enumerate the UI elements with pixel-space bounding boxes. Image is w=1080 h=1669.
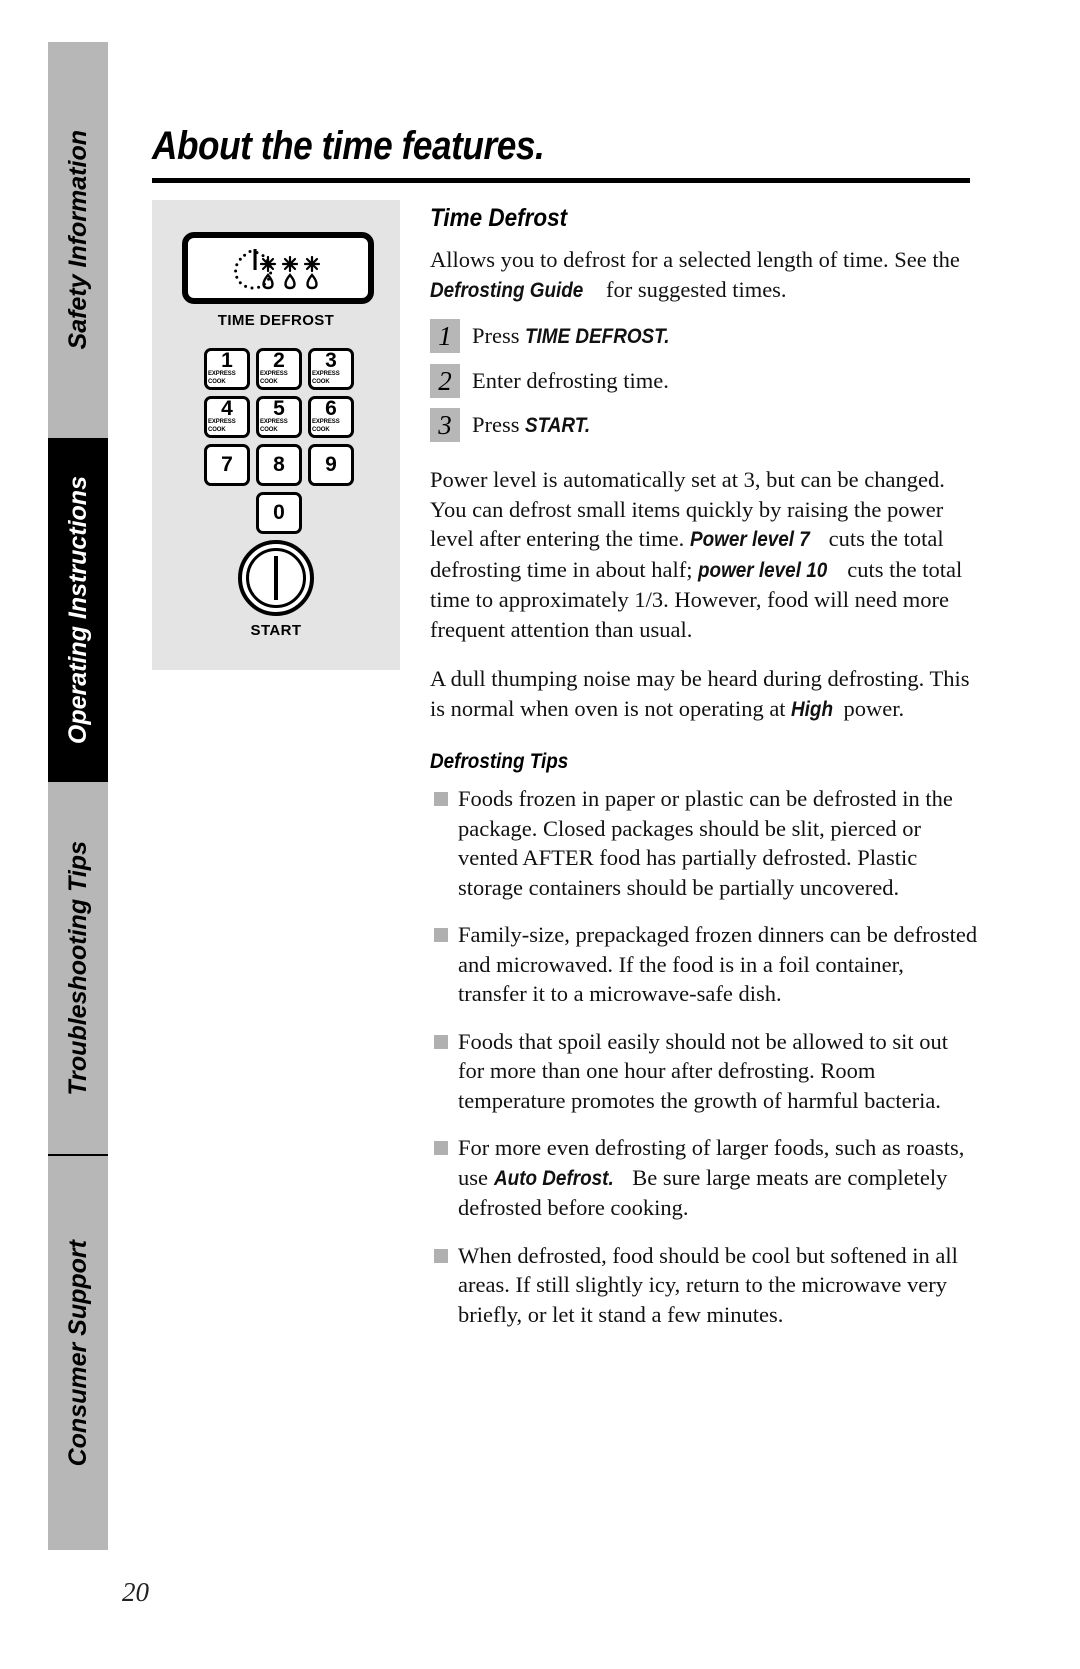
- key-number: 2: [273, 349, 285, 372]
- sidebar-tab-troubleshooting-tips[interactable]: Troubleshooting Tips: [48, 782, 108, 1154]
- tip-list-item: Family-size, prepackaged frozen dinners …: [430, 920, 978, 1009]
- key-number: 5: [273, 397, 285, 420]
- tip-text: When defrosted, food should be cool but …: [458, 1242, 958, 1327]
- keypad-row: 7 8 9: [204, 444, 354, 486]
- sidebar-tab-label: Consumer Support: [63, 1239, 92, 1467]
- sidebar-tab-label: Troubleshooting Tips: [63, 840, 92, 1096]
- tip-list-item: When defrosted, food should be cool but …: [430, 1241, 978, 1330]
- step-text: Press TIME DEFROST.: [472, 319, 686, 354]
- keypad-key-7[interactable]: 7: [204, 444, 250, 486]
- keypad-key-8[interactable]: 8: [256, 444, 302, 486]
- start-button-group: START: [152, 540, 400, 639]
- tip-text: Foods that spoil easily should not be al…: [458, 1028, 948, 1113]
- power-level-paragraph: Power level is automatically set at 3, b…: [430, 465, 978, 644]
- tip-text: Family-size, prepackaged frozen dinners …: [458, 922, 978, 1006]
- numbered-steps-list: 1 Press TIME DEFROST. 2 Enter defrosting…: [430, 319, 978, 443]
- square-bullet-icon: [434, 1141, 448, 1155]
- key-sublabel: EXPRESS COOK: [312, 370, 340, 385]
- keypad-key-3[interactable]: 3 EXPRESS COOK: [308, 348, 354, 390]
- step-number: 3: [430, 408, 460, 442]
- high-power-emphasis: High: [791, 697, 834, 721]
- keypad-key-4[interactable]: 4 EXPRESS COOK: [204, 396, 250, 438]
- tip-list-item: Foods frozen in paper or plastic can be …: [430, 784, 978, 902]
- keypad-key-2[interactable]: 2 EXPRESS COOK: [256, 348, 302, 390]
- key-number: 8: [273, 453, 285, 476]
- key-number: 6: [325, 397, 337, 420]
- keypad-key-6[interactable]: 6 EXPRESS COOK: [308, 396, 354, 438]
- section-heading-time-defrost: Time Defrost: [430, 204, 568, 232]
- key-sublabel: EXPRESS COOK: [208, 370, 236, 385]
- tip-list-item: For more even defrosting of larger foods…: [430, 1133, 978, 1223]
- start-caption: START: [250, 622, 302, 639]
- step-emphasis: START.: [525, 414, 591, 437]
- key-number: 7: [221, 453, 233, 476]
- thumping-noise-paragraph: A dull thumping noise may be heard durin…: [430, 664, 978, 724]
- square-bullet-icon: [434, 928, 448, 942]
- step-text: Enter defrosting time.: [472, 364, 669, 398]
- start-button[interactable]: [238, 540, 314, 616]
- square-bullet-icon: [434, 792, 448, 806]
- power-level-7-emphasis: Power level 7: [689, 528, 810, 551]
- step-item: 2 Enter defrosting time.: [430, 364, 978, 398]
- key-sublabel: EXPRESS COOK: [260, 418, 288, 433]
- square-bullet-icon: [434, 1248, 448, 1263]
- sidebar-tab-safety-information[interactable]: Safety Information: [48, 42, 108, 438]
- key-sublabel: EXPRESS COOK: [208, 418, 236, 433]
- keypad-row: 0: [204, 492, 354, 534]
- keypad-key-9[interactable]: 9: [308, 444, 354, 486]
- keypad-key-1[interactable]: 1 EXPRESS COOK: [204, 348, 250, 390]
- tip-text: Foods frozen in paper or plastic can be …: [458, 786, 953, 900]
- keypad-key-0[interactable]: 0: [256, 492, 302, 534]
- power-button-icon: [246, 548, 306, 608]
- sidebar-tab-operating-instructions[interactable]: Operating Instructions: [48, 438, 108, 782]
- key-sublabel: EXPRESS COOK: [312, 418, 340, 433]
- sidebar-tab-label: Safety Information: [63, 130, 92, 350]
- step-item: 1 Press TIME DEFROST.: [430, 319, 978, 354]
- defrosting-tips-list: Foods frozen in paper or plastic can be …: [430, 784, 978, 1329]
- step-text: Press START.: [472, 408, 597, 443]
- power-bar: [274, 556, 278, 600]
- noise-para-b: power.: [837, 695, 905, 721]
- page-title: About the time features.: [152, 124, 545, 168]
- intro-line-2-before: See the: [894, 247, 960, 272]
- title-underline-rule: [152, 178, 970, 183]
- intro-line-2-after: for suggested times.: [600, 276, 787, 302]
- keypad-row: 1 EXPRESS COOK 2 EXPRESS COOK 3 EXPRESS …: [204, 348, 354, 390]
- sidebar-tabs: Safety Information Operating Instruction…: [48, 42, 108, 1550]
- keypad-row: 4 EXPRESS COOK 5 EXPRESS COOK 6 EXPRESS …: [204, 396, 354, 438]
- step-number: 1: [430, 319, 460, 353]
- tip-list-item: Foods that spoil easily should not be al…: [430, 1027, 978, 1116]
- key-sublabel: EXPRESS COOK: [260, 370, 288, 385]
- step-number: 2: [430, 364, 460, 398]
- key-number: 9: [325, 453, 337, 476]
- subsection-heading-defrosting-tips: Defrosting Tips: [430, 750, 569, 773]
- key-number: 4: [221, 397, 233, 420]
- intro-line-1: Allows you to defrost for a selected len…: [430, 247, 889, 272]
- defrosting-guide-reference: Defrosting Guide: [430, 278, 584, 302]
- key-number: 3: [325, 349, 337, 372]
- time-defrost-caption: TIME DEFROST: [217, 312, 335, 329]
- sidebar-tab-consumer-support[interactable]: Consumer Support: [48, 1156, 108, 1550]
- key-number: 1: [221, 349, 233, 372]
- step-emphasis: TIME DEFROST.: [525, 325, 670, 348]
- clock-snowflake-droplet-icon: [234, 249, 321, 290]
- numeric-keypad: 1 EXPRESS COOK 2 EXPRESS COOK 3 EXPRESS …: [204, 348, 354, 540]
- main-content: Time Defrost Allows you to defrost for a…: [430, 204, 978, 1347]
- step-text-before: Press: [472, 412, 526, 437]
- auto-defrost-emphasis: Auto Defrost.: [493, 1166, 614, 1190]
- intro-paragraph: Allows you to defrost for a selected len…: [430, 245, 978, 305]
- time-defrost-button[interactable]: [182, 232, 374, 304]
- sidebar-tab-label: Operating Instructions: [63, 475, 92, 745]
- square-bullet-icon: [434, 1034, 448, 1049]
- key-number: 0: [273, 501, 285, 524]
- document-page: Safety Information Operating Instruction…: [0, 0, 1080, 1669]
- page-number: 20: [122, 1577, 149, 1607]
- keypad-key-5[interactable]: 5 EXPRESS COOK: [256, 396, 302, 438]
- step-item: 3 Press START.: [430, 408, 978, 443]
- step-text-before: Enter defrosting time.: [472, 368, 669, 393]
- step-text-before: Press: [472, 323, 526, 348]
- power-level-10-emphasis: power level 10: [698, 558, 828, 582]
- control-panel-illustration: TIME DEFROST 1 EXPRESS COOK 2 EXPRESS CO…: [152, 200, 400, 670]
